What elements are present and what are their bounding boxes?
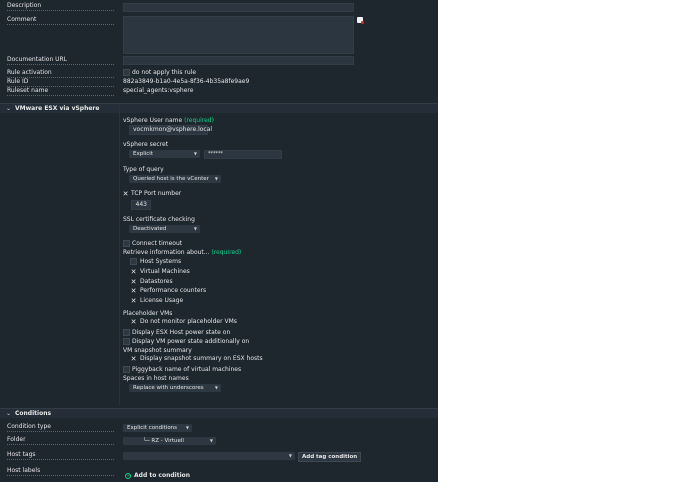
label-leader [7, 24, 114, 25]
doc-url-input[interactable] [123, 56, 354, 65]
retrieve-item-checkbox[interactable]: ✕ [130, 297, 137, 305]
retrieve-label: Retrieve information about... (required) [123, 249, 242, 256]
query-type-label: Type of query [123, 166, 164, 173]
snapshot-option: Display snapshot summary on ESX hosts [140, 355, 263, 362]
chevron-down-icon: ▼ [193, 226, 197, 231]
secret-label: vSphere secret [123, 141, 169, 148]
connect-timeout-label: Connect timeout [132, 240, 183, 247]
retrieve-item-checkbox[interactable] [130, 258, 137, 265]
chevron-down-icon: ▼ [193, 151, 197, 156]
secret-input[interactable]: ****** [204, 150, 282, 159]
condition-type-select[interactable]: Explicit conditions ▼ [123, 424, 192, 432]
host-labels-label: Host labels [7, 467, 41, 474]
note-icon[interactable] [357, 17, 364, 24]
tcp-port-input[interactable]: 443 [131, 200, 151, 210]
retrieve-item-checkbox[interactable]: ✕ [130, 278, 137, 286]
chevron-down-icon: ▼ [214, 385, 218, 390]
host-tags-label: Host tags [7, 451, 36, 458]
comment-label: Comment [7, 16, 37, 23]
add-tag-condition-button[interactable]: Add tag condition [298, 452, 362, 462]
ruleset-label: Ruleset name [7, 87, 49, 94]
description-input[interactable] [123, 3, 354, 12]
retrieve-item-label: Host Systems [140, 258, 182, 265]
label-leader [7, 431, 114, 432]
label-leader [7, 444, 114, 445]
placeholder-checkbox[interactable]: ✕ [130, 318, 137, 326]
snapshot-label: VM snapshot summary [123, 347, 192, 354]
label-leader [7, 95, 114, 96]
condition-type-label: Condition type [7, 423, 51, 430]
ssl-label: SSL certificate checking [123, 216, 195, 223]
doc-url-label: Documentation URL [7, 56, 68, 63]
chevron-down-icon: ▼ [185, 425, 189, 430]
ruleset-value: special_agents:vsphere [123, 87, 194, 94]
username-label: vSphere User name (required) [123, 117, 214, 124]
tcp-port-label: TCP Port number [131, 190, 182, 197]
esx-power-label: Display ESX Host power state on [132, 329, 231, 336]
rule-id-label: Rule ID [7, 78, 29, 85]
label-leader [7, 459, 114, 460]
conditions-section-title: Conditions [15, 410, 52, 417]
spaces-select[interactable]: Replace with underscores ▼ [129, 384, 221, 392]
retrieve-item-checkbox[interactable]: ✕ [130, 268, 137, 276]
description-label: Description [7, 2, 42, 9]
retrieve-item-label: Performance counters [140, 287, 207, 295]
retrieve-item-label: Datastores [140, 277, 173, 285]
disable-rule-checkbox[interactable] [123, 69, 130, 76]
secret-mode-select[interactable]: Explicit ▼ [129, 150, 200, 158]
chevron-down-icon: ▼ [214, 176, 218, 181]
conditions-section-header[interactable]: ⌄ Conditions [0, 408, 438, 418]
placeholder-option: Do not monitor placeholder VMs [140, 318, 237, 325]
rule-activation-text: do not apply this rule [132, 69, 197, 76]
rule-activation-label: Rule activation [7, 69, 52, 76]
piggyback-label: Piggyback name of virtual machines [132, 366, 242, 373]
retrieve-item-label: Virtual Machines [140, 267, 190, 275]
label-leader [7, 64, 114, 65]
comment-textarea[interactable] [123, 16, 354, 54]
chevron-down-icon: ▼ [209, 438, 213, 443]
tcp-port-checkbox[interactable]: ✕ [122, 190, 129, 198]
column-divider [119, 105, 120, 405]
vm-power-checkbox[interactable] [123, 338, 130, 345]
esx-power-checkbox[interactable] [123, 329, 130, 336]
placeholder-label: Placeholder VMs [123, 310, 173, 317]
query-type-select[interactable]: Queried host is the vCenter ▼ [129, 175, 221, 183]
retrieve-item-checkbox[interactable]: ✕ [130, 287, 137, 295]
rule-id-value: 882a3849-b1a0-4e5a-8f36-4b35a8fe9ae9 [123, 78, 250, 85]
ssl-select[interactable]: Deactivated ▼ [129, 225, 200, 233]
snapshot-checkbox[interactable]: ✕ [130, 355, 137, 363]
label-leader [7, 475, 114, 476]
vmware-section-header[interactable]: ⌄ VMware ESX via vSphere [0, 103, 438, 113]
host-tags-select[interactable]: ▼ [123, 452, 295, 460]
chevron-down-icon: ⌄ [6, 410, 12, 417]
add-to-condition-link[interactable]: Add to condition [134, 472, 190, 480]
plus-circle-icon[interactable]: + [125, 473, 131, 479]
vm-power-label: Display VM power state additionally on [132, 338, 250, 345]
chevron-down-icon: ⌄ [6, 105, 12, 112]
retrieve-item-label: License Usage [140, 297, 184, 305]
rule-editor-panel: Description Comment Documentation URL Ru… [0, 0, 438, 482]
spaces-label: Spaces in host names [123, 375, 189, 382]
connect-timeout-checkbox[interactable] [123, 240, 130, 247]
label-leader [7, 10, 114, 11]
vmware-section-title: VMware ESX via vSphere [15, 105, 100, 112]
chevron-down-icon: ▼ [288, 453, 292, 458]
username-input[interactable]: vocmkmon@vsphere.local [129, 125, 212, 135]
piggyback-checkbox[interactable] [123, 366, 130, 373]
folder-select[interactable]: └─ RZ - Virtuell ▼ [123, 437, 216, 445]
folder-label: Folder [7, 436, 26, 443]
